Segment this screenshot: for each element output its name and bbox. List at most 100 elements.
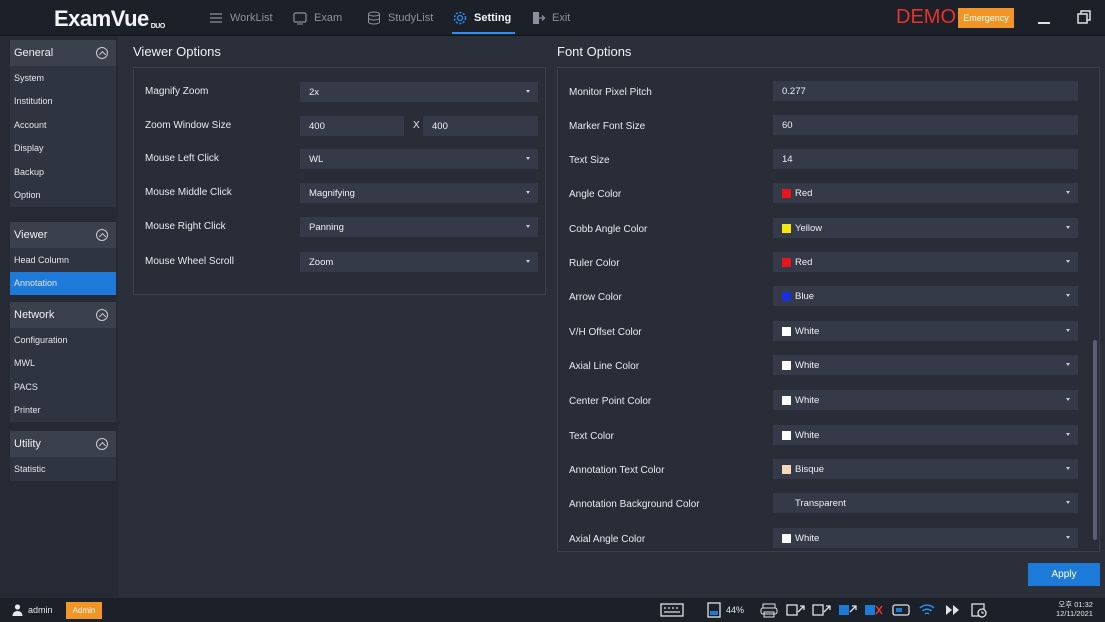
axial-line-color-select[interactable]: White xyxy=(773,355,1078,375)
zoom-window-width-input[interactable]: 400 xyxy=(300,116,404,136)
sidebar-item-mwl[interactable]: MWL xyxy=(10,352,116,376)
fast-forward-icon[interactable] xyxy=(944,601,962,619)
magnify-zoom-label: Magnify Zoom xyxy=(145,86,209,97)
sidebar-group-viewer: Viewer Head Column Annotation xyxy=(10,222,116,295)
nav-worklist-label: WorkList xyxy=(230,12,273,24)
magnify-zoom-value: 2x xyxy=(309,86,320,98)
apply-button[interactable]: Apply xyxy=(1028,563,1100,586)
sidebar-item-statistic[interactable]: Statistic xyxy=(10,457,116,481)
text-size-input[interactable]: 14 xyxy=(773,149,1078,169)
dropdown-arrow-icon xyxy=(1066,294,1070,297)
dropdown-arrow-icon xyxy=(1066,536,1070,539)
worklist-sync-icon[interactable] xyxy=(838,601,858,619)
nav-exit[interactable]: Exit xyxy=(530,0,570,36)
sidebar-item-institution[interactable]: Institution xyxy=(10,90,116,114)
zoom-window-size-label: Zoom Window Size xyxy=(145,120,232,131)
battery-icon xyxy=(706,601,722,619)
dropdown-arrow-icon xyxy=(526,260,530,263)
font-options-panel xyxy=(557,67,1100,552)
sidebar-group-utility: Utility Statistic xyxy=(10,431,116,481)
font-options-scrollbar[interactable] xyxy=(1093,340,1097,540)
color-swatch xyxy=(782,326,791,336)
ruler-color-value: Red xyxy=(795,256,813,268)
collapse-icon xyxy=(96,47,108,59)
sidebar-item-system[interactable]: System xyxy=(10,66,116,90)
pacs-status-icon[interactable] xyxy=(864,601,884,619)
annotation-background-color-value: Transparent xyxy=(795,497,846,509)
vh-offset-color-select[interactable]: White xyxy=(773,321,1078,341)
current-user: admin xyxy=(28,605,53,615)
mouse-right-click-select[interactable]: Panning xyxy=(300,217,538,237)
dicom-send-icon[interactable] xyxy=(786,601,806,619)
wifi-icon[interactable] xyxy=(918,601,936,619)
emergency-button[interactable]: Emergency xyxy=(958,8,1014,28)
text-color-value: White xyxy=(795,429,820,441)
mouse-right-click-label: Mouse Right Click xyxy=(145,221,226,232)
sidebar-item-option[interactable]: Option xyxy=(10,184,116,208)
dropdown-arrow-icon xyxy=(1066,329,1070,332)
angle-color-select[interactable]: Red xyxy=(773,183,1078,203)
top-bar: ExamVue DUO WorkList Exam StudyList Setti… xyxy=(0,0,1105,36)
collapse-icon xyxy=(96,438,108,450)
sidebar-group-utility-header[interactable]: Utility xyxy=(10,431,116,457)
marker-font-size-value: 60 xyxy=(782,119,793,131)
mouse-wheel-scroll-select[interactable]: Zoom xyxy=(300,252,538,272)
annotation-background-color-select[interactable]: Transparent xyxy=(773,493,1078,513)
sidebar-item-pacs[interactable]: PACS xyxy=(10,375,116,399)
cobb-angle-color-select[interactable]: Yellow xyxy=(773,218,1078,238)
dicom-receive-icon[interactable] xyxy=(812,601,832,619)
mouse-middle-click-select[interactable]: Magnifying xyxy=(300,183,538,203)
mouse-wheel-scroll-value: Zoom xyxy=(309,256,334,268)
sidebar-item-backup[interactable]: Backup xyxy=(10,160,116,184)
axial-angle-color-select[interactable]: White xyxy=(773,528,1078,548)
printer-icon[interactable] xyxy=(760,601,778,619)
sidebar-group-viewer-header[interactable]: Viewer xyxy=(10,222,116,248)
user-icon xyxy=(12,604,23,616)
mouse-left-click-select[interactable]: WL xyxy=(300,149,538,169)
keyboard-icon[interactable] xyxy=(660,601,684,619)
gear-icon xyxy=(453,11,467,25)
marker-font-size-input[interactable]: 60 xyxy=(773,115,1078,135)
dropdown-arrow-icon xyxy=(526,225,530,228)
monitor-pixel-pitch-input[interactable]: 0.277 xyxy=(773,81,1078,101)
vh-offset-color-value: White xyxy=(795,325,820,337)
mouse-wheel-scroll-label: Mouse Wheel Scroll xyxy=(145,256,234,267)
arrow-color-label: Arrow Color xyxy=(569,292,622,303)
color-swatch xyxy=(782,188,791,198)
nav-setting-label: Setting xyxy=(474,12,512,24)
dropdown-arrow-icon xyxy=(1066,260,1070,263)
scheduled-task-icon[interactable] xyxy=(970,601,988,619)
database-icon xyxy=(368,11,380,25)
color-swatch xyxy=(782,533,791,543)
nav-studylist[interactable]: StudyList xyxy=(366,0,433,36)
center-point-color-select[interactable]: White xyxy=(773,390,1078,410)
color-swatch xyxy=(782,395,791,405)
monitor-pixel-pitch-label: Monitor Pixel Pitch xyxy=(569,87,652,98)
sidebar-item-annotation[interactable]: Annotation xyxy=(10,271,116,295)
text-color-select[interactable]: White xyxy=(773,425,1078,445)
mouse-left-click-label: Mouse Left Click xyxy=(145,153,219,164)
nav-setting[interactable]: Setting xyxy=(452,0,516,36)
magnify-zoom-select[interactable]: 2x xyxy=(300,82,538,102)
zoom-window-height-input[interactable]: 400 xyxy=(423,116,538,136)
arrow-color-select[interactable]: Blue xyxy=(773,286,1078,306)
sidebar-group-general: General System Institution Account Displ… xyxy=(10,40,116,207)
annotation-text-color-select[interactable]: Bisque xyxy=(773,459,1078,479)
nav-worklist[interactable]: WorkList xyxy=(208,0,273,36)
restore-window-icon[interactable] xyxy=(1076,9,1092,25)
sidebar-item-printer[interactable]: Printer xyxy=(10,399,116,423)
axial-angle-color-value: White xyxy=(795,532,820,544)
role-badge: Admin xyxy=(66,602,102,619)
sidebar-item-display[interactable]: Display xyxy=(10,137,116,161)
bottom-bar xyxy=(0,598,1105,622)
color-swatch xyxy=(782,257,791,267)
sidebar-group-network-header[interactable]: Network xyxy=(10,302,116,328)
sidebar-group-general-header[interactable]: General xyxy=(10,40,116,66)
ruler-color-select[interactable]: Red xyxy=(773,252,1078,272)
sidebar-item-account[interactable]: Account xyxy=(10,113,116,137)
nav-exam[interactable]: Exam xyxy=(292,0,342,36)
sidebar-item-head-column[interactable]: Head Column xyxy=(10,248,116,272)
minimize-button[interactable] xyxy=(1038,16,1050,24)
detector-icon[interactable] xyxy=(892,601,910,619)
sidebar-item-configuration[interactable]: Configuration xyxy=(10,328,116,352)
